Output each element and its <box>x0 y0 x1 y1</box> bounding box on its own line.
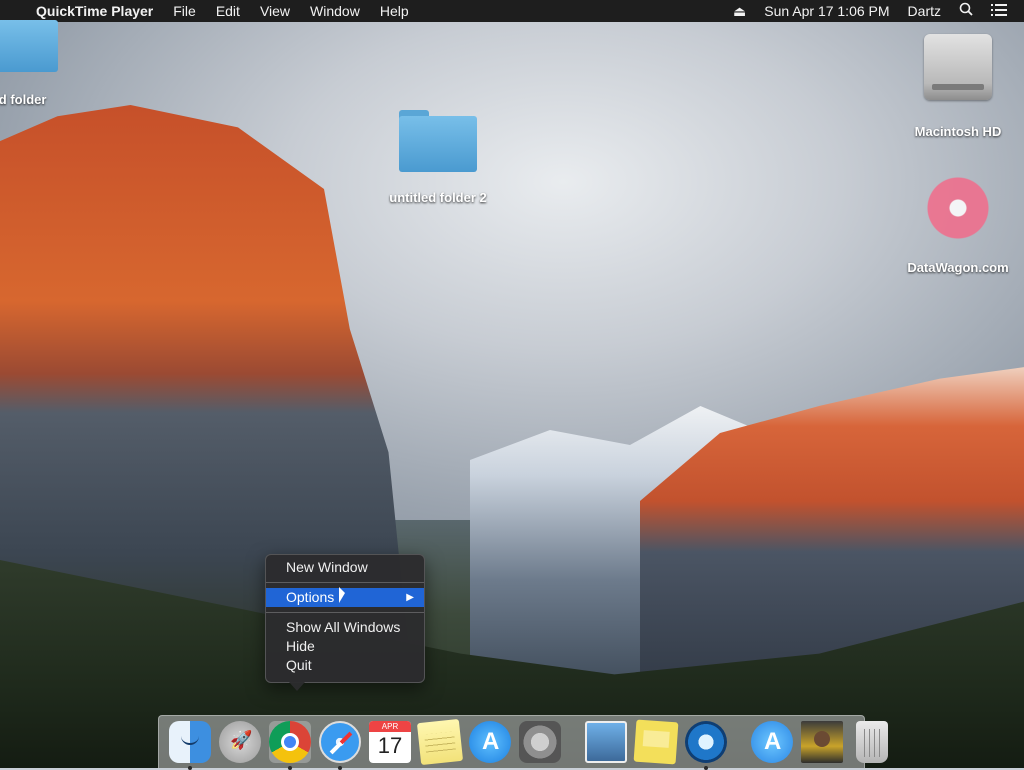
app-store-icon <box>469 721 511 763</box>
calendar-day: 17 <box>377 733 403 758</box>
desktop-folder-untitled[interactable]: itled folder <box>0 20 80 107</box>
dock-finder[interactable] <box>169 721 211 770</box>
desktop-icon-label: untitled folder 2 <box>389 190 487 205</box>
notes-icon <box>416 718 464 766</box>
app-store-icon <box>751 721 793 763</box>
finder-icon <box>169 721 211 763</box>
dock-system-preferences[interactable] <box>519 721 561 763</box>
menu-separator <box>266 582 424 583</box>
menu-item-hide[interactable]: Hide <box>266 637 424 656</box>
desktop-wallpaper <box>0 0 1024 768</box>
desktop-macintosh-hd[interactable]: Macintosh HD <box>903 30 1013 139</box>
list-icon[interactable] <box>982 0 1016 22</box>
menu-clock[interactable]: Sun Apr 17 1:06 PM <box>755 0 898 22</box>
dock-launchpad[interactable] <box>219 721 261 763</box>
dock-quicktime[interactable] <box>685 721 727 770</box>
menu-item-label: Options <box>286 589 335 605</box>
trash-icon <box>856 721 888 763</box>
dock-context-menu: New Window Options ▶ Show All Windows Hi… <box>265 554 425 691</box>
menu-item-new-window[interactable]: New Window <box>266 558 424 577</box>
menu-pointer-tail <box>289 682 305 691</box>
preview-icon <box>585 721 627 763</box>
desktop-datawagon-file[interactable]: DataWagon.com <box>900 170 1016 275</box>
eject-icon[interactable]: ⏏ <box>724 0 755 22</box>
running-indicator <box>704 766 708 770</box>
calendar-month: APR <box>369 721 411 732</box>
running-indicator <box>288 766 292 770</box>
dock-notes[interactable] <box>416 718 464 766</box>
calendar-icon: APR 17 <box>369 721 411 763</box>
menu-item-show-all-windows[interactable]: Show All Windows <box>266 618 424 637</box>
menu-edit[interactable]: Edit <box>206 0 250 22</box>
dock-preview[interactable] <box>585 721 627 763</box>
dock-app-store[interactable] <box>469 721 511 763</box>
stickies-icon <box>633 719 679 765</box>
safari-icon <box>319 721 361 763</box>
quicktime-icon <box>685 721 727 763</box>
running-indicator <box>188 766 192 770</box>
image-file-icon <box>920 170 996 246</box>
app-menu-quicktime[interactable]: QuickTime Player <box>30 0 163 22</box>
desktop-icon-label: Macintosh HD <box>914 124 1002 139</box>
chrome-icon <box>269 721 311 763</box>
photo-thumbnail-icon <box>801 721 843 763</box>
menu-item-quit[interactable]: Quit <box>266 656 424 675</box>
desktop-icon-label: DataWagon.com <box>907 260 1009 275</box>
dock-stickies[interactable] <box>633 719 679 765</box>
menu-item-options[interactable]: Options ▶ <box>266 588 424 607</box>
folder-icon <box>399 110 477 172</box>
folder-icon <box>0 20 58 84</box>
desktop-icon-label: itled folder <box>0 92 47 107</box>
menu-help[interactable]: Help <box>370 0 419 22</box>
hard-drive-icon <box>922 30 994 104</box>
dock-chrome[interactable] <box>269 721 311 770</box>
submenu-arrow-icon: ▶ <box>406 592 414 603</box>
menu-window[interactable]: Window <box>300 0 370 22</box>
gear-icon <box>519 721 561 763</box>
dock-calendar[interactable]: APR 17 <box>369 721 411 763</box>
menu-view[interactable]: View <box>250 0 300 22</box>
dock: APR 17 <box>158 715 888 770</box>
launchpad-icon <box>219 721 261 763</box>
mouse-cursor-icon <box>339 587 345 603</box>
dock-safari[interactable] <box>319 721 361 770</box>
dock-photo[interactable] <box>801 721 843 763</box>
menu-bar: QuickTime Player File Edit View Window H… <box>0 0 1024 22</box>
dock-trash[interactable] <box>851 721 888 763</box>
menu-separator <box>266 612 424 613</box>
menu-file[interactable]: File <box>163 0 206 22</box>
menu-user[interactable]: Dartz <box>899 0 950 22</box>
search-icon[interactable] <box>950 0 982 22</box>
running-indicator <box>338 766 342 770</box>
desktop-folder-untitled-2[interactable]: untitled folder 2 <box>378 110 498 205</box>
dock-app-store-download[interactable] <box>751 721 793 763</box>
